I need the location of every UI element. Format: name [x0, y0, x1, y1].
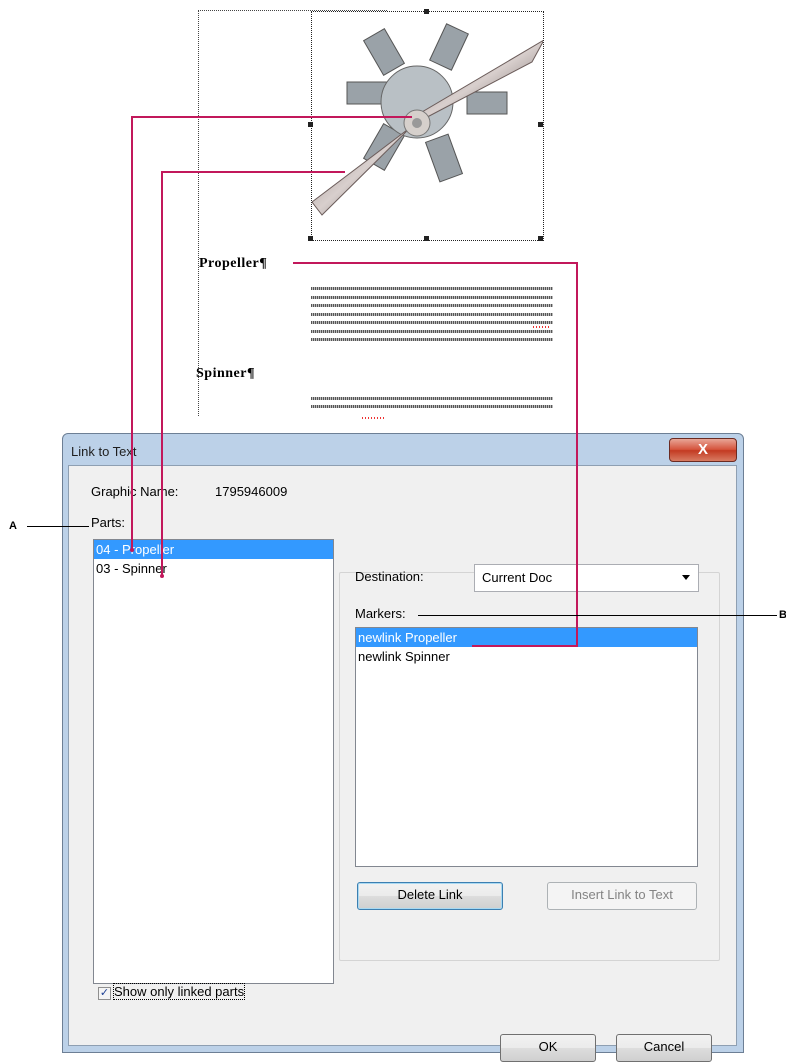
- callout-a: A: [9, 520, 17, 532]
- link-connectors: [130, 116, 578, 647]
- callout-b: B: [779, 609, 786, 621]
- connector-propeller-marker: [293, 262, 578, 647]
- connector-spinner-part: [161, 171, 345, 576]
- callout-a-line: [27, 526, 89, 527]
- connector-propeller-part: [131, 116, 412, 550]
- callout-b-line: [418, 615, 777, 616]
